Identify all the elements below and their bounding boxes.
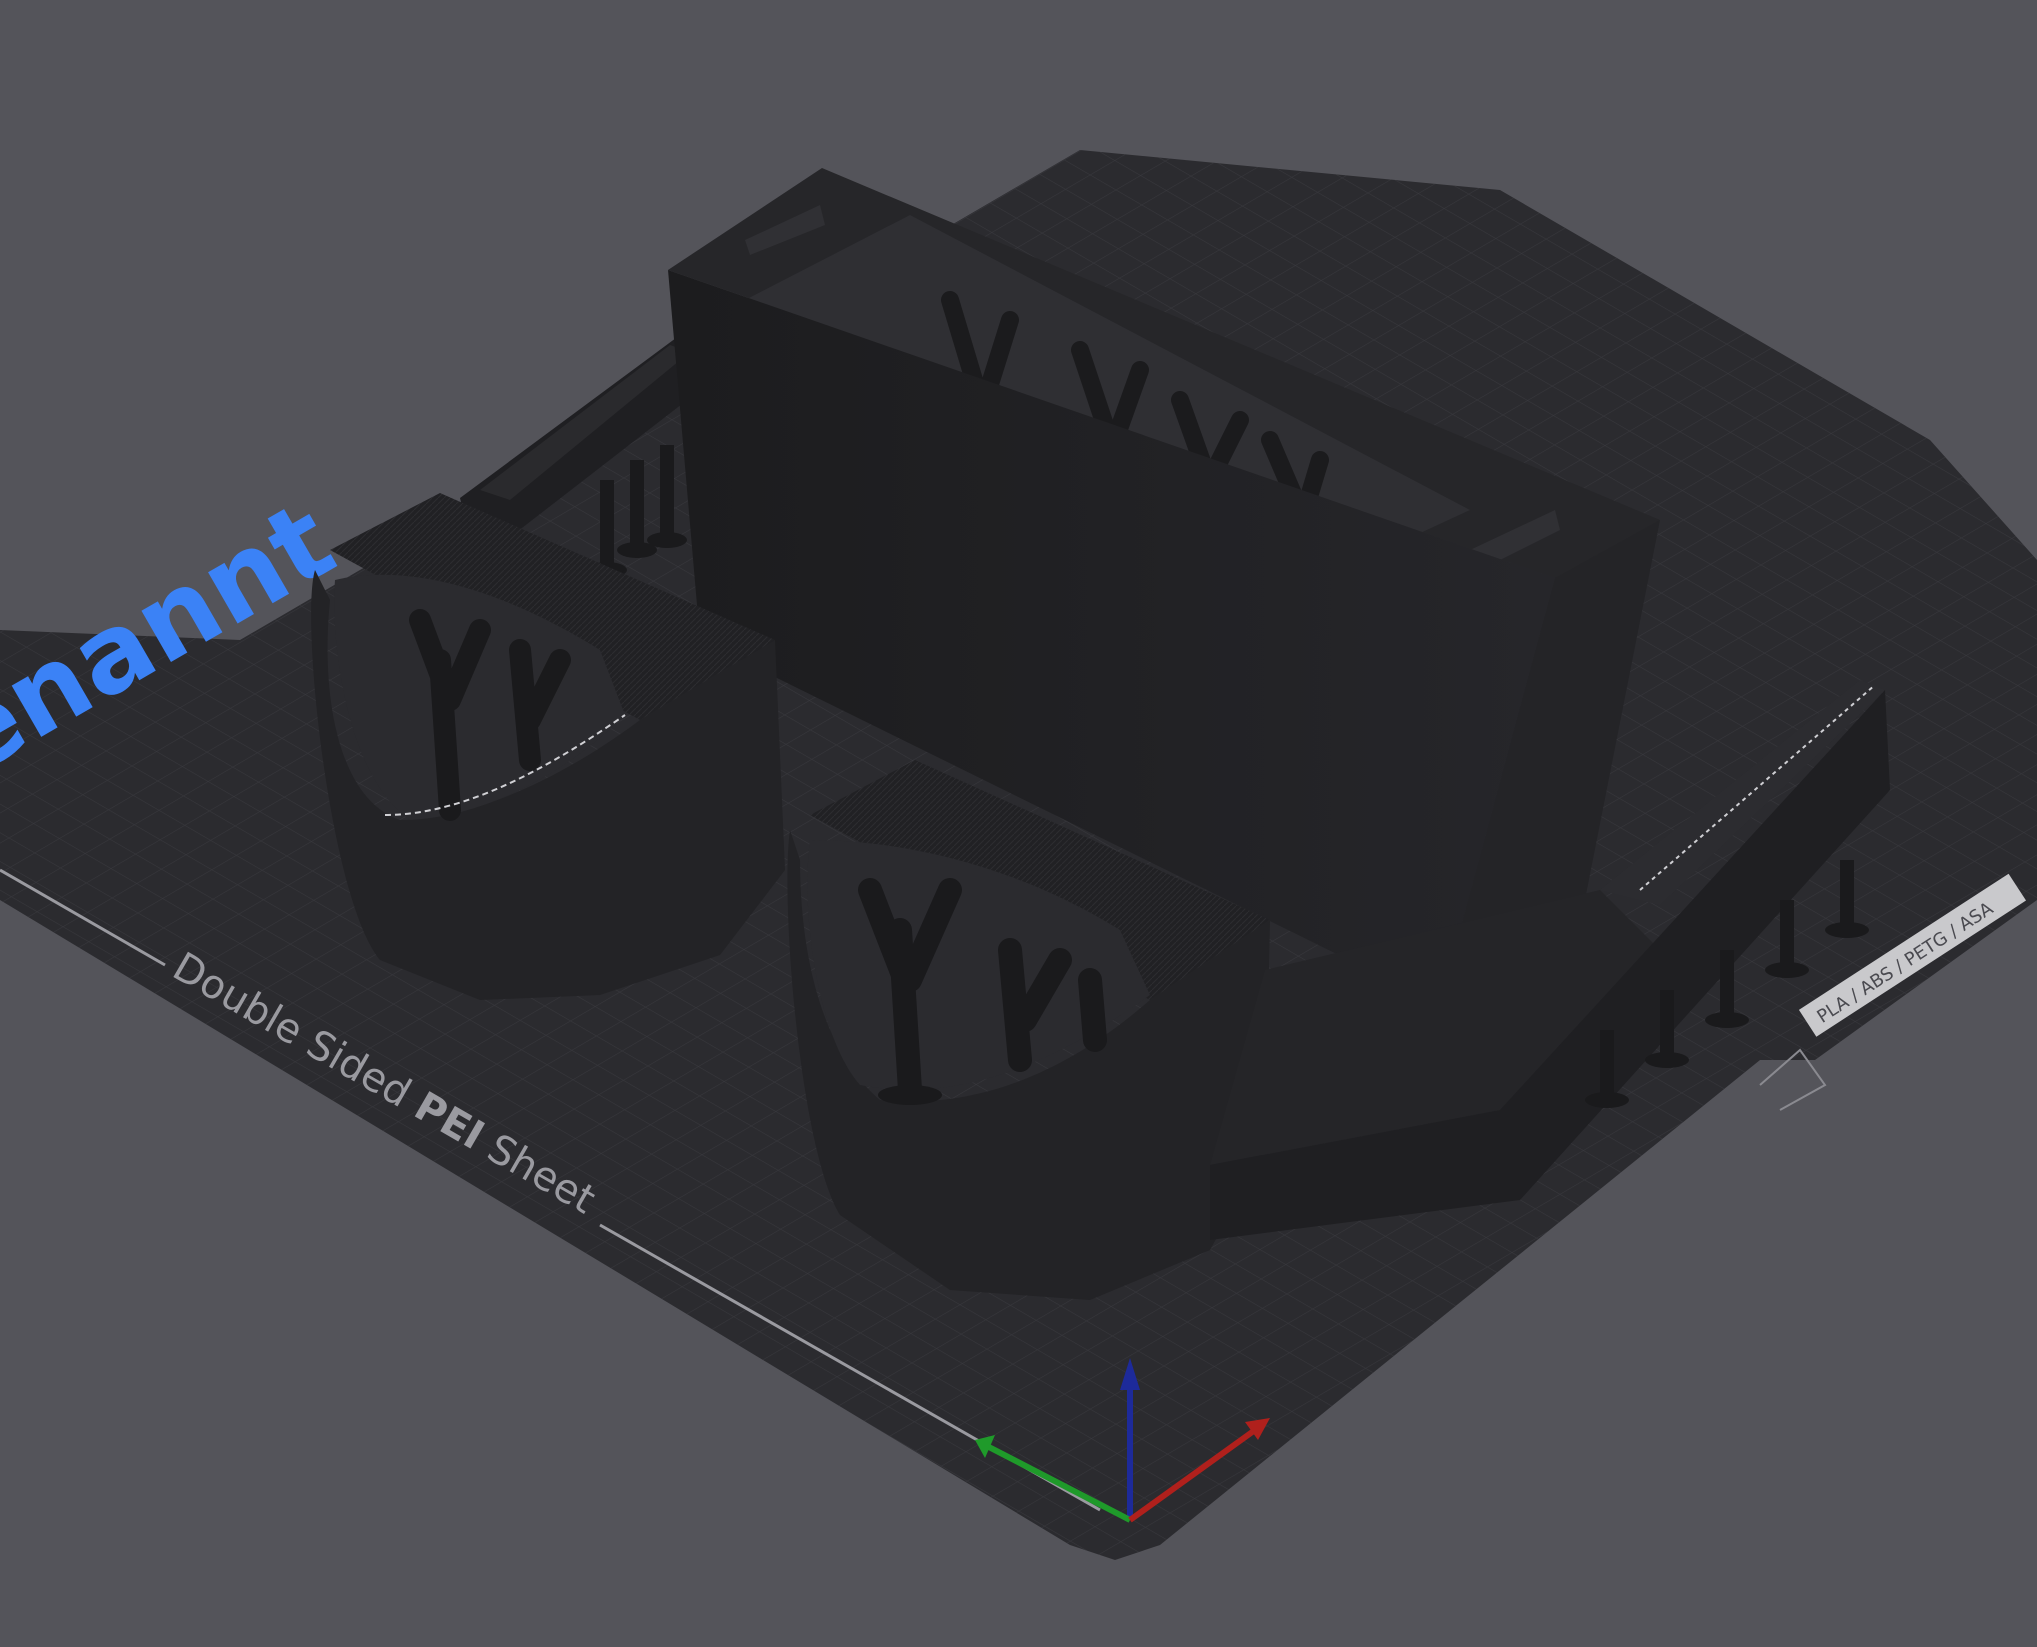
scene-canvas[interactable]: PLA / ABS / PETG / ASA enannt Double Sid… [0, 0, 2037, 1647]
support-base [878, 1085, 942, 1105]
3d-viewport[interactable]: PLA / ABS / PETG / ASA enannt Double Sid… [0, 0, 2037, 1647]
